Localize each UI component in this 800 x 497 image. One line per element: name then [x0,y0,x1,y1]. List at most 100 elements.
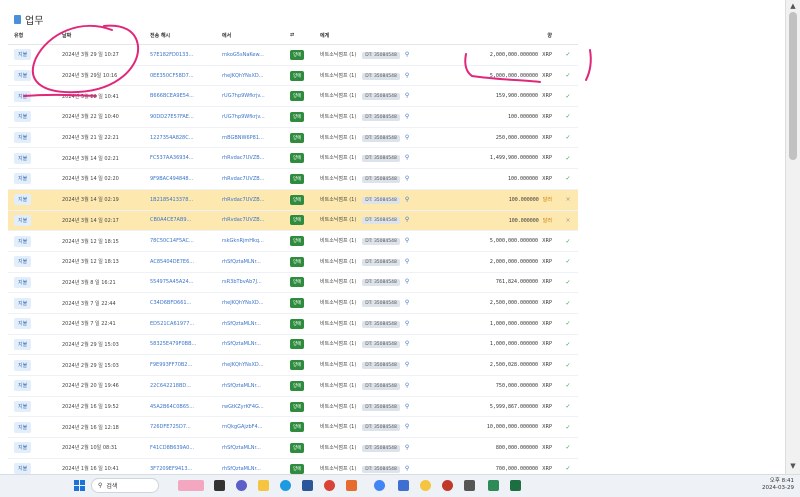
col-hash-header[interactable]: 전송 해시 [150,26,222,45]
table-row[interactable]: 지불 2024년 3월 14 일 02:19 1B2185413378... rhRv… [8,189,578,211]
app-yellow-icon[interactable] [420,480,431,491]
tx-hash-link[interactable]: CB0A4CE7AB9... [150,217,191,223]
tx-hash-link[interactable]: 58325E479F0BB... [150,341,196,347]
tx-to-label[interactable]: 비트소닉점프 (1) [320,197,356,203]
tx-from-link[interactable]: rhRvdac7UVZB... [222,155,264,161]
search-icon[interactable]: ⚲ [405,465,409,472]
tx-hash-link[interactable]: ED521CA61977... [150,321,194,327]
tx-from-link[interactable]: rheJKQhYNsXD... [222,73,264,79]
tx-hash-link[interactable]: 554975A45A24... [150,279,193,285]
search-icon[interactable]: ⚲ [405,361,409,368]
scroll-up-icon[interactable]: ▲ [789,2,797,10]
table-row[interactable]: 지불 2024년 3월 7 일 22:44 C34D6BFD661... rheJKQ… [8,292,578,314]
tx-to-label[interactable]: 비트소닉점프 (1) [320,217,356,223]
table-row[interactable]: 지불 2024년 3월 7 일 22:41 ED521CA61977... rhSfQ… [8,313,578,335]
tx-hash-link[interactable]: 90DD27E57FAE... [150,114,194,120]
search-icon[interactable]: ⚲ [405,72,409,79]
search-icon[interactable]: ⚲ [405,299,409,306]
news-widget-icon[interactable] [178,480,204,491]
table-row[interactable]: 지불 2024년 2월 29 일 15:03 58325E479F0BB... rhS… [8,334,578,356]
table-row[interactable]: 지불 2024년 3월 12 일 18:13 AC85404DE7E6... rhSf… [8,251,578,273]
tx-to-label[interactable]: 비트소닉점프 (1) [320,114,356,120]
chrome-icon[interactable] [374,480,385,491]
tx-to-label[interactable]: 비트소닉점프 (1) [320,362,356,368]
table-row[interactable]: 지불 2024년 3월 14 일 02:17 CB0A4CE7AB9... rhRvd… [8,210,578,232]
app-green-icon[interactable] [488,480,499,491]
col-type-header[interactable]: 유형 [8,26,62,45]
table-row[interactable]: 지불 2024년 2월 16 일 12:18 726DFE725D7... rnQkg… [8,416,578,439]
table-row[interactable]: 지불 2024년 3월 14 일 02:20 9F9BAC494848... rhRv… [8,168,578,190]
tx-to-label[interactable]: 비트소닉점프 (1) [320,238,356,244]
tx-to-label[interactable]: 비트소닉점프 (1) [320,135,356,141]
tx-from-link[interactable]: rheJKQhYNsXD... [222,300,264,306]
taskbar-clock[interactable]: 오후 8:41 2024-03-29 [762,478,794,492]
tx-to-label[interactable]: 비트소닉점프 (1) [320,300,356,306]
tx-hash-link[interactable]: FC537AA36934... [150,155,194,161]
tx-from-link[interactable]: rhRvdac7UVZB... [222,176,264,182]
tx-from-link[interactable]: rhSfQztaMLNr... [222,466,261,472]
search-icon[interactable]: ⚲ [405,175,409,182]
tx-from-link[interactable]: rnQkgGAjzbF4... [222,424,262,430]
chat-icon[interactable] [236,480,247,491]
search-icon[interactable]: ⚲ [405,92,409,99]
tx-hash-link[interactable]: 45A2B64C0B65... [150,404,194,410]
search-icon[interactable]: ⚲ [405,444,409,451]
search-icon[interactable]: ⚲ [405,113,409,120]
tx-from-link[interactable]: rhSfQztaMLNr... [222,341,261,347]
tx-to-label[interactable]: 비트소닉점프 (1) [320,424,356,430]
search-icon[interactable]: ⚲ [405,340,409,347]
tx-hash-link[interactable]: 3F7209EF9413... [150,466,192,472]
tx-to-label[interactable]: 비트소닉점프 (1) [320,52,356,58]
search-icon[interactable]: ⚲ [405,382,409,389]
table-row[interactable]: 지불 2024년 2월 16 일 19:52 45A2B64C0B65... rwGt… [8,396,578,418]
tx-hash-link[interactable]: F9E993FF70B2... [150,362,192,368]
tx-to-label[interactable]: 비트소닉점프 (1) [320,73,356,79]
tx-hash-link[interactable]: 9F9BAC494848... [150,176,193,182]
tx-to-label[interactable]: 비트소닉점프 (1) [320,466,356,472]
tx-to-label[interactable]: 비트소닉점프 (1) [320,445,356,451]
tx-from-link[interactable]: rwGtKZyrKF4G... [222,404,264,410]
app-blue-icon[interactable] [398,480,409,491]
col-amount-header[interactable]: 양 [440,26,558,45]
tx-from-link[interactable]: rUG7hp9Wfkrjv... [222,114,265,120]
tx-from-link[interactable]: rhRvdac7UVZB... [222,197,264,203]
table-row[interactable]: 지불 2024년 3월 14 일 02:21 FC537AA36934... rhRv… [8,147,578,170]
file-explorer-icon[interactable] [258,480,269,491]
table-row[interactable]: 지불 2024년 3월 21 일 22:21 1227354A828C... rnBG… [8,127,578,149]
scroll-thumb[interactable] [789,12,797,160]
tx-from-link[interactable]: rnkoG5sNaKew... [222,52,264,58]
tx-hash-link[interactable]: B666BCEA9E54... [150,93,194,99]
table-row[interactable]: 지불 2024년 1월 16 일 10:41 3F7209EF9413... rhSf… [8,458,578,474]
tx-from-link[interactable]: rnBGBNW6P81... [222,135,264,141]
search-icon[interactable]: ⚲ [405,237,409,244]
tx-to-label[interactable]: 비트소닉점프 (1) [320,383,356,389]
table-row[interactable]: 지불 2024년 3월 29 일 10:27 57E182FD0133... rnko… [8,44,578,66]
col-to-header[interactable]: 에게 [320,26,440,45]
tx-from-link[interactable]: rUG7hp9Wfkrjv... [222,93,265,99]
tx-hash-link[interactable]: AC85404DE7E6... [150,259,194,265]
task-view-icon[interactable] [214,480,225,491]
tx-to-label[interactable]: 비트소닉점프 (1) [320,259,356,265]
tx-from-link[interactable]: rhSfQztaMLNr... [222,383,261,389]
tx-hash-link[interactable]: 1B2185413378... [150,197,193,203]
table-row[interactable]: 지불 2024년 3월 22 일 10:41 B666BCEA9E54... rUG7… [8,85,578,108]
tx-to-label[interactable]: 비트소닉점프 (1) [320,321,356,327]
app-gray-icon[interactable] [464,480,475,491]
store-icon[interactable] [302,480,313,491]
app-circle-icon[interactable] [442,480,453,491]
tx-to-label[interactable]: 비트소닉점프 (1) [320,341,356,347]
search-icon[interactable]: ⚲ [405,403,409,410]
tx-from-link[interactable]: rhSfQztaMLNr... [222,259,261,265]
table-row[interactable]: 지불 2024년 3월 22 일 10:40 90DD27E57FAE... rUG7… [8,106,578,128]
tx-from-link[interactable]: rsR3bTbvAb7J... [222,279,262,285]
search-icon[interactable]: ⚲ [405,154,409,161]
search-icon[interactable]: ⚲ [405,278,409,285]
windows-start-icon[interactable] [74,480,85,491]
tx-from-link[interactable]: rheJKQhYNsXD... [222,362,264,368]
tx-hash-link[interactable]: 57E182FD0133... [150,52,193,58]
search-icon[interactable]: ⚲ [405,423,409,430]
table-row[interactable]: 지불 2024년 2월 20 일 19:46 22C642218BD... rhSfQ… [8,375,578,397]
tx-hash-link[interactable]: 78C50C14F5AC... [150,238,194,244]
tx-hash-link[interactable]: F41CD8B639A0... [150,445,194,451]
search-icon[interactable]: ⚲ [405,134,409,141]
